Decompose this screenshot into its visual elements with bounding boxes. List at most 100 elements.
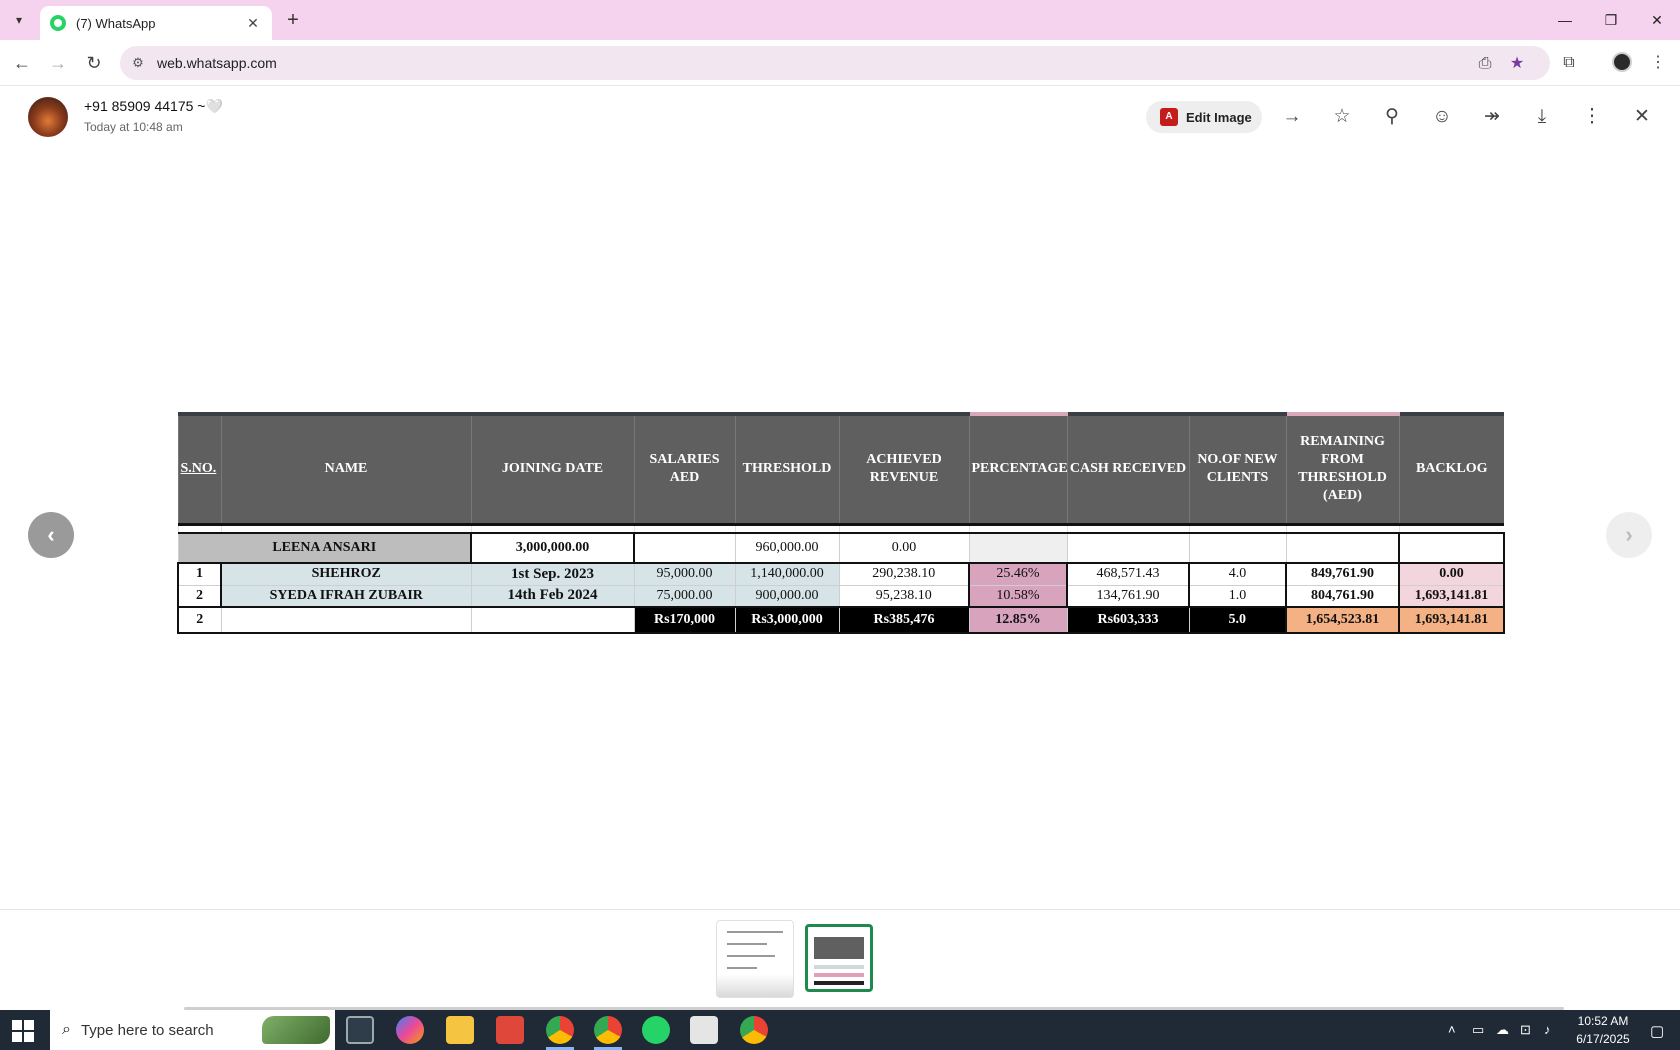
browser-toolbar: ← → ↻ ⚙ web.whatsapp.com ⎙ ★ ⧉ ⋮	[0, 40, 1680, 86]
total-percentage: 12.85%	[968, 606, 1068, 634]
thumbnail-image-2-selected[interactable]	[805, 924, 873, 992]
tray-overflow-icon[interactable]: ˄	[1448, 1022, 1456, 1037]
total-cash: Rs603,333	[1066, 606, 1190, 634]
star-message-icon[interactable]: ☆	[1328, 103, 1356, 131]
media-viewer-header: +91 85909 44175 ~🤍 Today at 10:48 am A E…	[0, 87, 1680, 149]
extensions-icon[interactable]: ⧉	[1557, 51, 1581, 75]
install-app-icon[interactable]: ⎙	[1474, 53, 1496, 75]
lead-target: 3,000,000.00	[470, 532, 635, 564]
meet-now-icon[interactable]: ▭	[1472, 1022, 1484, 1038]
thumbnail-detail	[814, 937, 864, 959]
browser-menu-icon[interactable]: ⋮	[1646, 51, 1670, 75]
total-joining-cell	[470, 606, 635, 634]
clock-app-icon[interactable]	[690, 1016, 718, 1044]
total-threshold: Rs3,000,000	[734, 606, 840, 634]
start-tile	[24, 1020, 34, 1030]
chrome-icon[interactable]	[740, 1016, 768, 1044]
row-threshold: 1,140,000.00	[734, 562, 840, 586]
chrome-icon[interactable]	[546, 1016, 574, 1044]
cloud-icon[interactable]: ☁	[1496, 1022, 1509, 1038]
lead-row: LEENA ANSARI 3,000,000.00 960,000.00 0.0…	[177, 532, 1505, 564]
start-tile	[12, 1020, 22, 1030]
profile-avatar[interactable]	[1612, 52, 1632, 72]
network-icon[interactable]: ⊡	[1520, 1022, 1531, 1038]
row-clients: 4.0	[1188, 562, 1287, 586]
row-backlog: 0.00	[1398, 562, 1505, 586]
row-cash: 468,571.43	[1066, 562, 1190, 586]
windows-start-icon[interactable]	[12, 1020, 34, 1042]
lead-name: LEENA ANSARI	[177, 532, 472, 564]
bookmark-star-icon[interactable]: ★	[1506, 53, 1528, 75]
tab-search-icon[interactable]: ▾	[6, 8, 32, 32]
row-salary: 75,000.00	[633, 584, 736, 608]
lead-threshold: 960,000.00	[734, 532, 840, 564]
restore-icon[interactable]: ❐	[1596, 8, 1626, 32]
row-sno: 2	[177, 584, 222, 608]
spreadsheet-image: S.NO. NAME JOINING DATE SALARIES AED THR…	[177, 412, 1505, 638]
start-tile	[24, 1032, 34, 1042]
app-icon[interactable]	[496, 1016, 524, 1044]
header-joining-date: JOINING DATE	[470, 412, 634, 526]
more-options-icon[interactable]: ⋮	[1578, 103, 1606, 131]
table-row: 2 SYEDA IFRAH ZUBAIR 14th Feb 2024 75,00…	[177, 584, 1505, 608]
previous-image-icon[interactable]: ‹	[28, 512, 74, 558]
start-tile	[12, 1032, 22, 1042]
contact-name: +91 85909 44175 ~🤍	[84, 98, 223, 114]
notifications-icon[interactable]: ▢	[1650, 1022, 1664, 1040]
react-emoji-icon[interactable]: ☺	[1428, 103, 1456, 131]
tab-title: (7) WhatsApp	[76, 15, 156, 31]
lead-salary-cell	[633, 532, 736, 564]
whatsapp-icon[interactable]	[642, 1016, 670, 1044]
row-threshold: 900,000.00	[734, 584, 840, 608]
task-view-icon[interactable]	[346, 1016, 374, 1044]
lead-clients-cell	[1188, 532, 1287, 564]
site-info-icon[interactable]: ⚙	[130, 55, 146, 71]
performance-table: S.NO. NAME JOINING DATE SALARIES AED THR…	[177, 412, 1505, 634]
table-row: 1 SHEHROZ 1st Sep. 2023 95,000.00 1,140,…	[177, 562, 1505, 586]
total-clients: 5.0	[1188, 606, 1287, 634]
header-threshold: THRESHOLD	[734, 412, 839, 526]
contact-avatar[interactable]	[28, 97, 68, 137]
header-cash-received: CASH RECEIVED	[1066, 412, 1189, 526]
thumbnail-image-1[interactable]	[716, 920, 794, 998]
search-highlight-image	[262, 1016, 330, 1044]
close-tab-icon[interactable]: ✕	[244, 15, 262, 32]
thumbnail-detail	[727, 943, 767, 945]
thumbnail-strip	[0, 909, 1680, 1010]
message-timestamp: Today at 10:48 am	[84, 120, 183, 134]
thumbnail-detail	[727, 955, 775, 957]
taskbar-date[interactable]: 6/17/2025	[1565, 1032, 1641, 1046]
acrobat-icon: A	[1160, 108, 1178, 126]
taskbar-time[interactable]: 10:52 AM	[1565, 1014, 1641, 1028]
edit-image-button[interactable]: A Edit Image	[1146, 101, 1262, 133]
thumbnail-detail	[727, 931, 783, 933]
total-sno: 2	[177, 606, 222, 634]
url-text[interactable]: web.whatsapp.com	[157, 55, 277, 71]
forward-icon[interactable]: →	[45, 50, 71, 76]
forward-message-icon[interactable]: ↠	[1478, 103, 1506, 131]
download-icon[interactable]: ⤓	[1528, 103, 1556, 131]
row-name: SYEDA IFRAH ZUBAIR	[220, 584, 472, 608]
pin-icon[interactable]: ⚲	[1378, 103, 1406, 131]
header-remaining: REMAINING FROM THRESHOLD (AED)	[1285, 412, 1399, 526]
row-sno: 1	[177, 562, 222, 586]
address-bar[interactable]: ⚙ web.whatsapp.com ⎙ ★	[120, 46, 1550, 80]
chrome-icon[interactable]	[594, 1016, 622, 1044]
volume-muted-icon[interactable]: ♪	[1544, 1022, 1551, 1037]
back-icon[interactable]: ←	[9, 50, 35, 76]
total-achieved: Rs385,476	[838, 606, 970, 634]
copilot-icon[interactable]	[396, 1016, 424, 1044]
file-explorer-icon[interactable]	[446, 1016, 474, 1044]
reload-icon[interactable]: ↻	[81, 50, 107, 76]
window-close-icon[interactable]: ✕	[1642, 8, 1672, 32]
tab-whatsapp[interactable]: (7) WhatsApp ✕	[40, 6, 272, 40]
go-to-message-icon[interactable]: →	[1278, 103, 1306, 131]
thumbnail-detail	[727, 967, 757, 969]
search-icon: ⌕	[62, 1021, 71, 1038]
new-tab-icon[interactable]: +	[282, 9, 304, 31]
edit-image-label: Edit Image	[1186, 109, 1252, 125]
minimize-icon[interactable]: —	[1550, 8, 1580, 32]
next-image-icon[interactable]: ›	[1606, 512, 1652, 558]
close-viewer-icon[interactable]: ✕	[1628, 103, 1656, 131]
row-percentage: 25.46%	[968, 562, 1068, 586]
